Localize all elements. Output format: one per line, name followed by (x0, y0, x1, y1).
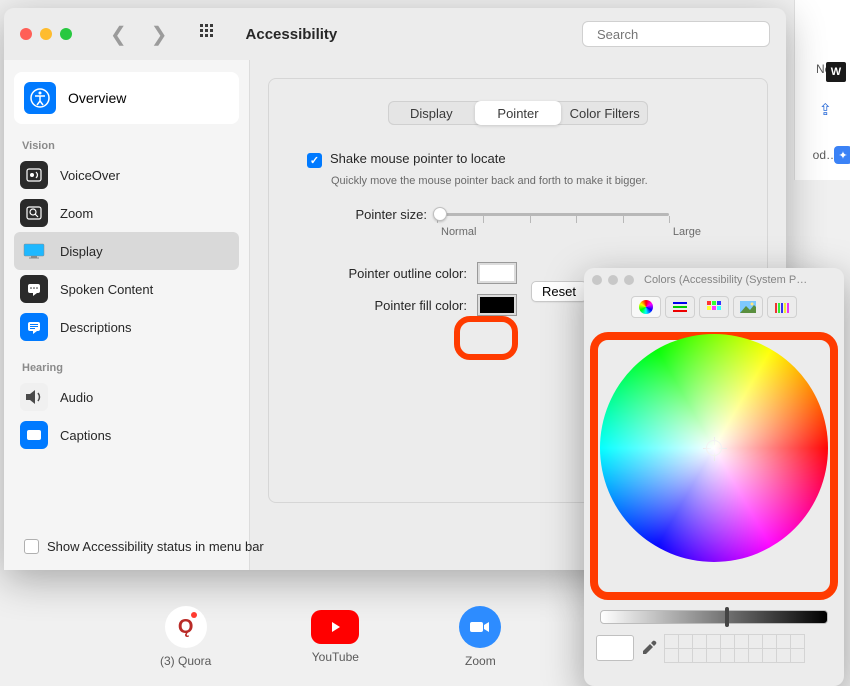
accessibility-icon (24, 82, 56, 114)
eyedropper-icon[interactable] (640, 639, 658, 657)
descriptions-icon (20, 313, 48, 341)
audio-icon (20, 383, 48, 411)
dock-label: YouTube (312, 650, 359, 664)
sidebar: Overview Vision VoiceOver Zoom Display S… (4, 60, 250, 570)
window-controls (20, 28, 72, 40)
sidebar-item-label: VoiceOver (60, 168, 120, 183)
browser-tab-w-icon: W (826, 62, 846, 82)
sidebar-section-hearing: Hearing (22, 362, 239, 374)
colors-close-button[interactable] (592, 275, 602, 285)
picker-tab-image[interactable] (733, 296, 763, 318)
color-wheel[interactable] (600, 334, 828, 562)
tab-pointer[interactable]: Pointer (475, 101, 562, 125)
youtube-icon (311, 610, 359, 644)
slider-end-labels: Normal Large (441, 226, 701, 238)
minimize-window-button[interactable] (40, 28, 52, 40)
pointer-size-row: Pointer size: (331, 207, 745, 222)
search-field[interactable] (582, 21, 770, 47)
dock-label: Zoom (465, 654, 496, 668)
dock-item-youtube[interactable]: YouTube (311, 610, 359, 664)
close-window-button[interactable] (20, 28, 32, 40)
sidebar-item-spoken-content[interactable]: Spoken Content (14, 270, 239, 308)
picker-tab-wheel[interactable] (631, 296, 661, 318)
background-browser-fragment: New W ⇪ od… ✦ (794, 0, 850, 180)
dock-label: (3) Quora (160, 654, 211, 668)
shake-pointer-label: Shake mouse pointer to locate (330, 151, 506, 166)
window-title: Accessibility (246, 26, 338, 43)
sidebar-item-descriptions[interactable]: Descriptions (14, 308, 239, 346)
picker-tab-pencils[interactable] (767, 296, 797, 318)
pointer-size-slider[interactable] (437, 213, 669, 216)
sidebar-item-label: Spoken Content (60, 282, 153, 297)
nav-back-button[interactable]: ❮ (110, 22, 127, 47)
sidebar-item-label: Captions (60, 428, 111, 443)
shake-pointer-description: Quickly move the mouse pointer back and … (331, 174, 671, 189)
shake-pointer-row: Shake mouse pointer to locate (307, 151, 745, 168)
picker-tab-sliders[interactable] (665, 296, 695, 318)
tab-color-filters[interactable]: Color Filters (561, 101, 648, 125)
fill-color-label: Pointer fill color: (321, 298, 467, 313)
sidebar-item-label: Audio (60, 390, 93, 405)
colors-window-title: Colors (Accessibility (System P… (644, 274, 807, 286)
footer-status-row: Show Accessibility status in menu bar (24, 539, 264, 554)
sidebar-item-label: Display (60, 244, 103, 259)
outline-color-label: Pointer outline color: (321, 266, 467, 281)
swatch-row (584, 624, 844, 672)
sidebar-item-label: Zoom (60, 206, 93, 221)
slider-max-label: Large (673, 226, 701, 238)
shake-pointer-checkbox[interactable] (307, 153, 322, 168)
grid-icon[interactable] (200, 24, 216, 45)
sidebar-item-overview[interactable]: Overview (14, 72, 239, 124)
picker-tab-palettes[interactable] (699, 296, 729, 318)
colors-picker-window: Colors (Accessibility (System P… (584, 268, 844, 686)
dock-item-zoom[interactable]: Zoom (459, 606, 501, 668)
nav-forward-button[interactable]: ❯ (151, 22, 168, 47)
slider-min-label: Normal (441, 226, 476, 238)
captions-icon (20, 421, 48, 449)
sidebar-item-display[interactable]: Display (14, 232, 239, 270)
sidebar-section-vision: Vision (22, 140, 239, 152)
status-menubar-checkbox[interactable] (24, 539, 39, 554)
colors-titlebar: Colors (Accessibility (System P… (584, 268, 844, 292)
saved-swatches-grid[interactable] (664, 634, 804, 662)
brightness-slider[interactable] (600, 610, 828, 624)
colors-minimize-button[interactable] (608, 275, 618, 285)
dock-strip: Ǫ (3) Quora YouTube Zoom (160, 588, 501, 686)
zoom-icon (20, 199, 48, 227)
colors-maximize-button[interactable] (624, 275, 634, 285)
safari-compass-icon: ✦ (834, 146, 850, 164)
tab-display[interactable]: Display (388, 101, 475, 125)
reset-button[interactable]: Reset (531, 281, 587, 302)
share-icon: ⇪ (819, 100, 832, 120)
pointer-size-label: Pointer size: (331, 207, 427, 222)
sidebar-item-captions[interactable]: Captions (14, 416, 239, 454)
outline-color-well[interactable] (477, 262, 517, 284)
brightness-thumb[interactable] (725, 607, 729, 627)
slider-thumb[interactable] (433, 207, 447, 221)
maximize-window-button[interactable] (60, 28, 72, 40)
fill-color-well[interactable] (477, 294, 517, 316)
search-input[interactable] (597, 27, 773, 42)
annotation-highlight-fill-color (454, 316, 518, 360)
color-wheel-container (592, 334, 836, 598)
display-icon (20, 237, 48, 265)
status-menubar-label: Show Accessibility status in menu bar (47, 539, 264, 554)
sidebar-item-zoom[interactable]: Zoom (14, 194, 239, 232)
tab-segmented-control: Display Pointer Color Filters (388, 101, 648, 125)
quora-icon: Ǫ (165, 606, 207, 648)
voiceover-icon (20, 161, 48, 189)
current-color-swatch[interactable] (596, 635, 634, 661)
sidebar-item-voiceover[interactable]: VoiceOver (14, 156, 239, 194)
dock-item-quora[interactable]: Ǫ (3) Quora (160, 606, 211, 668)
sidebar-item-audio[interactable]: Audio (14, 378, 239, 416)
sidebar-item-label: Overview (68, 90, 126, 106)
spoken-content-icon (20, 275, 48, 303)
picker-mode-tabs (584, 292, 844, 322)
color-wheel-cursor[interactable] (706, 440, 722, 456)
titlebar: ❮ ❯ Accessibility (4, 8, 786, 60)
zoom-app-icon (459, 606, 501, 648)
sidebar-item-label: Descriptions (60, 320, 132, 335)
